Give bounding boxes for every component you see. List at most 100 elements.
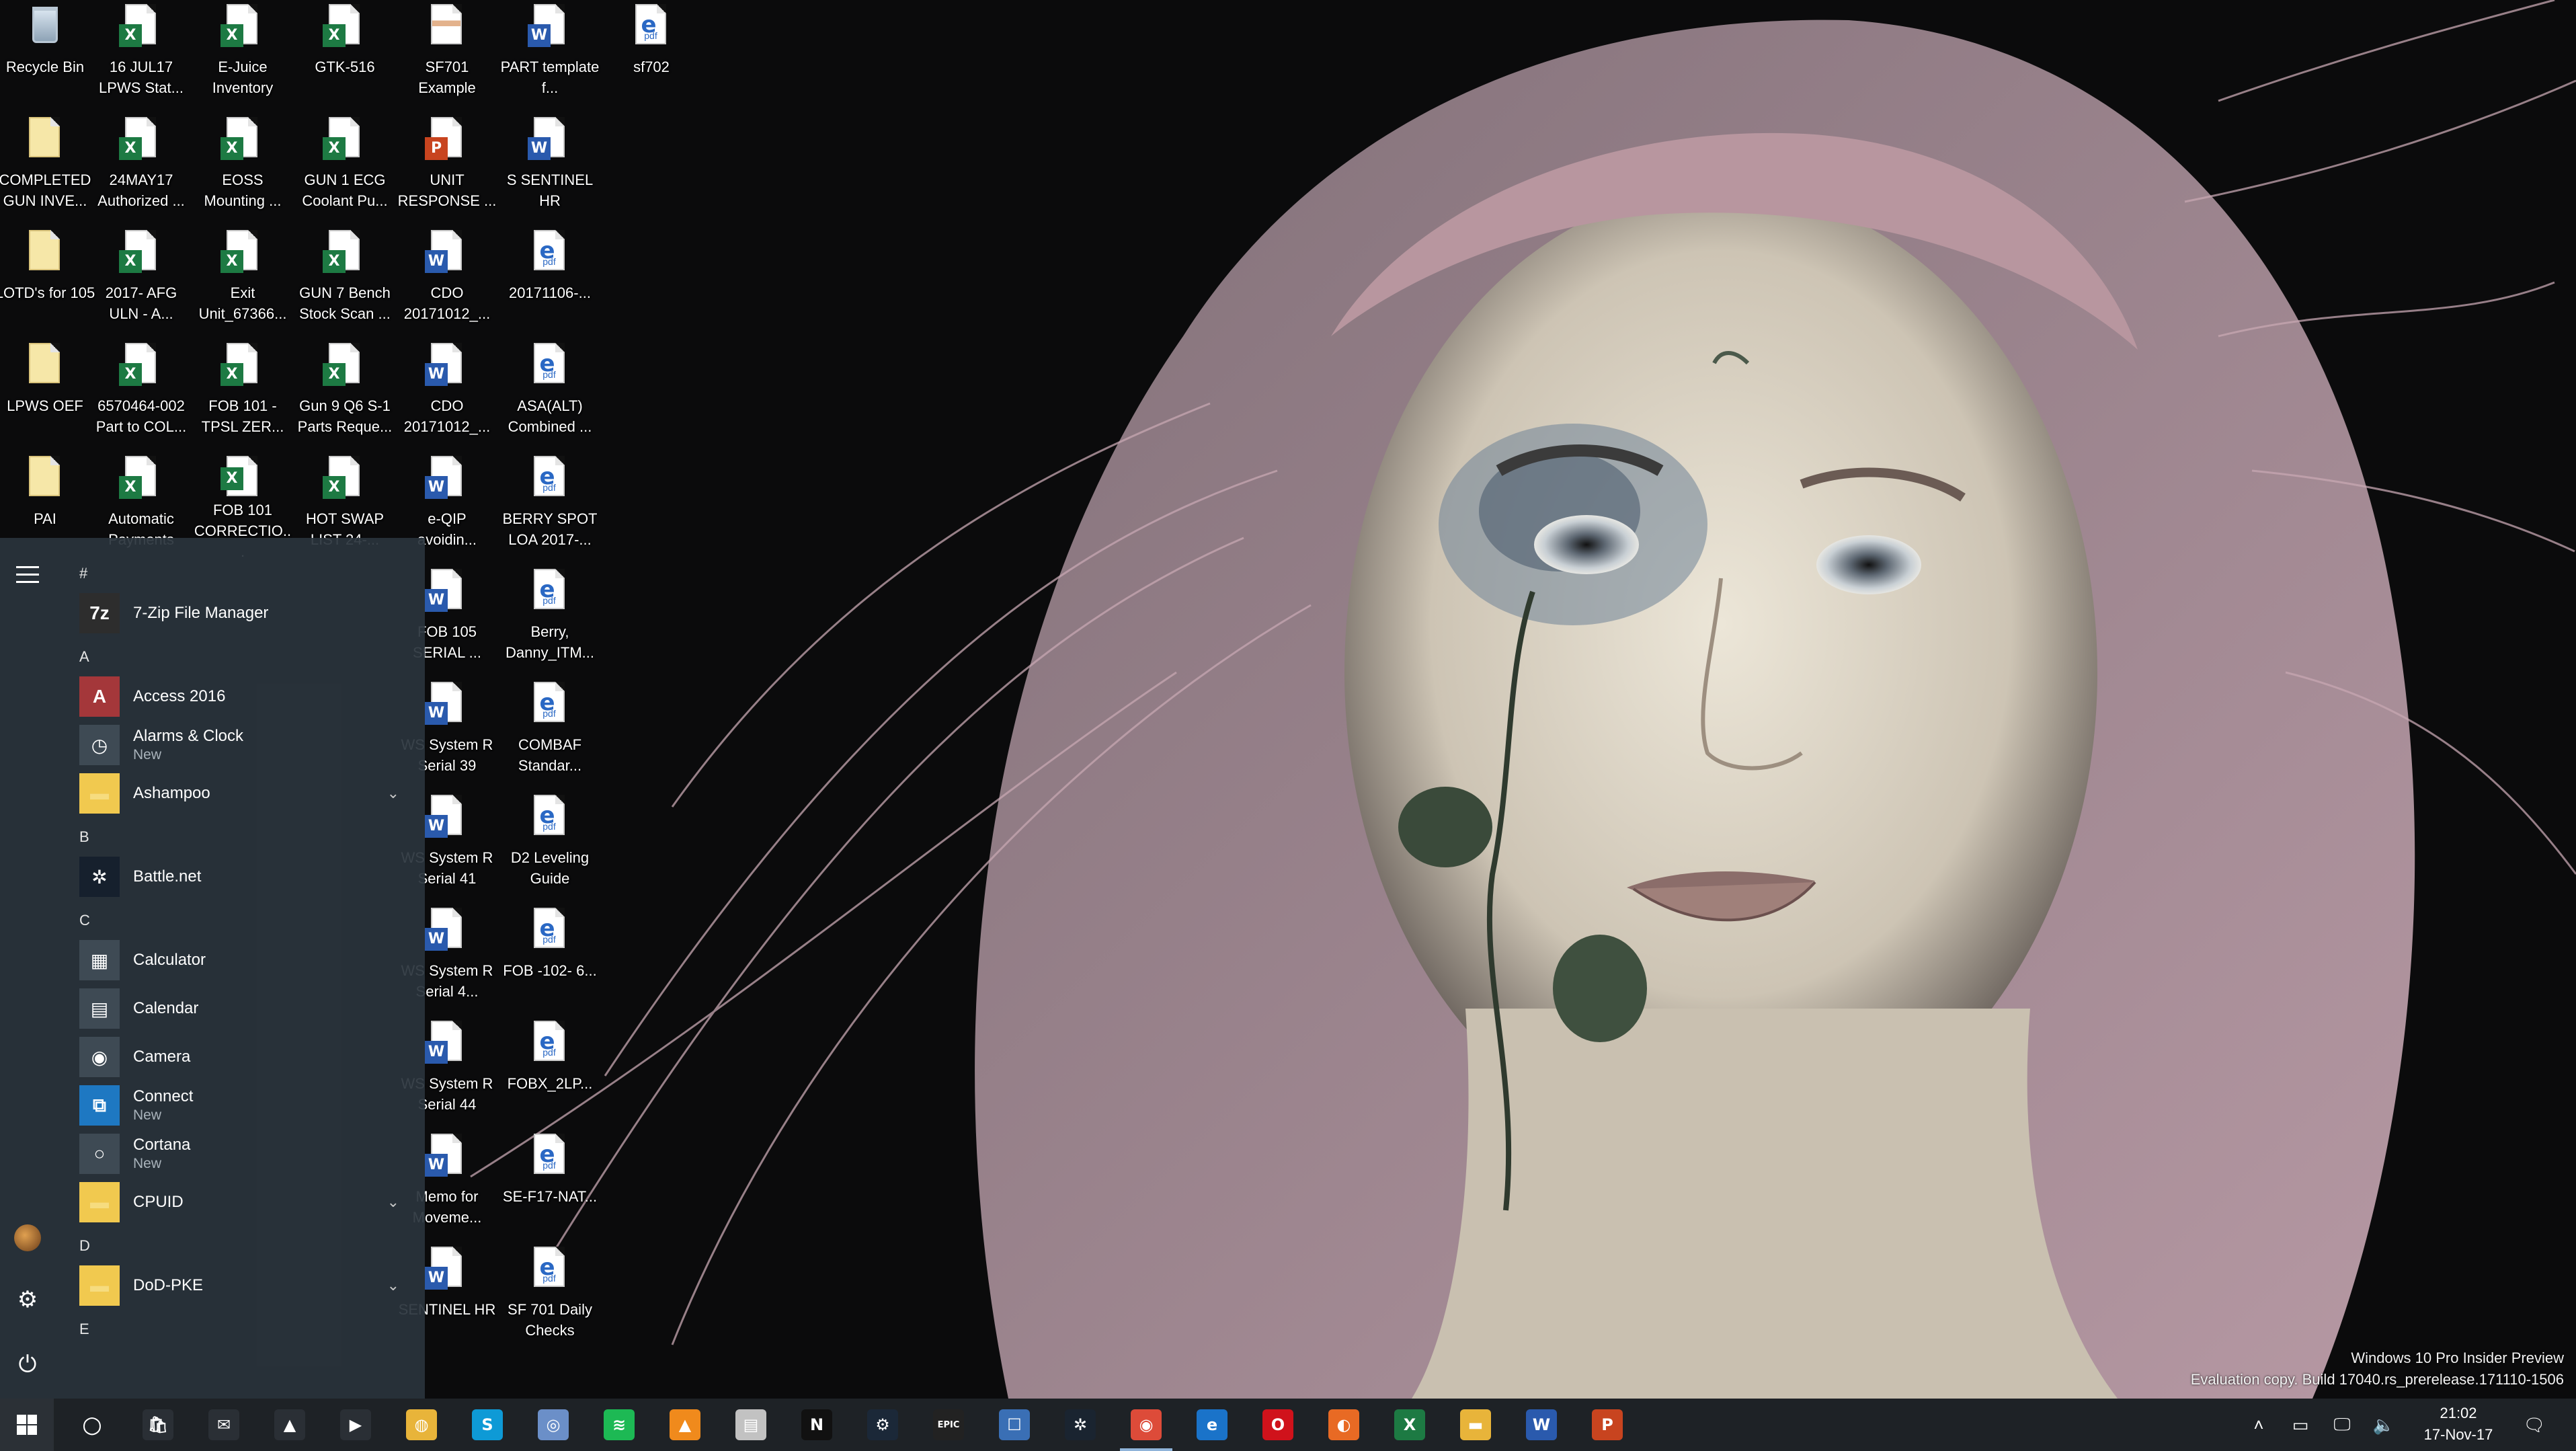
desktop-icon[interactable]: X GUN 7 Bench Stock Scan ... bbox=[294, 226, 395, 336]
desktop-icon[interactable]: e BERRY SPOT LOA 2017-... bbox=[499, 452, 600, 562]
desktop-icon-label: GTK-516 bbox=[315, 58, 375, 75]
desktop-icon[interactable]: LPWS OEF bbox=[0, 339, 95, 449]
desktop-icon[interactable]: W PART template f... bbox=[499, 0, 600, 110]
taskbar-app-battlenet[interactable]: ✲ bbox=[1047, 1399, 1113, 1451]
desktop-icon[interactable]: W CDO 20171012_... bbox=[397, 339, 497, 449]
desktop-icon[interactable]: W S SENTINEL HR bbox=[499, 113, 600, 223]
taskbar-app-skype[interactable]: S bbox=[454, 1399, 520, 1451]
desktop-icon[interactable]: e 20171106-... bbox=[499, 226, 600, 336]
desktop-icon[interactable]: e sf702 bbox=[601, 0, 702, 110]
desktop-icon[interactable]: e D2 Leveling Guide bbox=[499, 791, 600, 901]
desktop-icon[interactable]: X GTK-516 bbox=[294, 0, 395, 110]
taskbar-app-disk[interactable]: ◍ bbox=[389, 1399, 454, 1451]
taskbar-app-mail[interactable]: ✉ bbox=[191, 1399, 257, 1451]
desktop-icon[interactable]: LOTD's for 105 bbox=[0, 226, 95, 336]
desktop-icon[interactable]: X Gun 9 Q6 S-1 Parts Reque... bbox=[294, 339, 395, 449]
start-app-item[interactable]: ▬ Ashampoo ⌄ bbox=[79, 771, 409, 816]
taskbar-app-calendar-app[interactable]: ▤ bbox=[718, 1399, 784, 1451]
start-app-item[interactable]: ○ Cortana New bbox=[79, 1131, 409, 1177]
taskbar-app-opera[interactable]: O bbox=[1245, 1399, 1311, 1451]
start-app-item[interactable]: ▦ Calculator bbox=[79, 937, 409, 983]
desktop-icon[interactable]: Recycle Bin bbox=[0, 0, 95, 110]
taskbar-app-task-view[interactable]: ○ bbox=[59, 1399, 125, 1451]
taskbar-app-excel[interactable]: X bbox=[1377, 1399, 1443, 1451]
desktop-icon[interactable]: X E-Juice Inventory bbox=[192, 0, 293, 110]
taskbar-app-edge[interactable]: e bbox=[1179, 1399, 1245, 1451]
taskbar-app-photos[interactable]: ▲ bbox=[257, 1399, 323, 1451]
show-hidden-icons-chevron-icon[interactable]: ˄ bbox=[2241, 1399, 2276, 1451]
desktop-icon[interactable]: P UNIT RESPONSE ... bbox=[397, 113, 497, 223]
pdf-file-icon: e bbox=[528, 456, 572, 503]
chevron-down-icon[interactable]: ⌄ bbox=[387, 785, 399, 802]
taskbar-app-firefox[interactable]: ◐ bbox=[1311, 1399, 1377, 1451]
epic-games-icon: EPIC bbox=[933, 1409, 964, 1440]
taskbar-app-steam[interactable]: ⚙ bbox=[850, 1399, 916, 1451]
desktop-icon[interactable]: e SE-F17-NAT... bbox=[499, 1130, 600, 1240]
spotify-icon: ≋ bbox=[604, 1409, 635, 1440]
taskbar-app-movies[interactable]: ▶ bbox=[323, 1399, 389, 1451]
desktop-icon[interactable]: COMPLETED GUN INVE... bbox=[0, 113, 95, 223]
taskbar-app-outlook-app[interactable]: ☐ bbox=[981, 1399, 1047, 1451]
desktop-icon[interactable]: X GUN 1 ECG Coolant Pu... bbox=[294, 113, 395, 223]
desktop-icon[interactable]: X Exit Unit_67366... bbox=[192, 226, 293, 336]
taskbar-app-store[interactable]: 🛍 bbox=[125, 1399, 191, 1451]
desktop-icon[interactable]: X EOSS Mounting ... bbox=[192, 113, 293, 223]
start-app-item[interactable]: ⧉ Connect New bbox=[79, 1083, 409, 1128]
desktop-icon[interactable]: e SF 701 Daily Checks bbox=[499, 1243, 600, 1353]
desktop-icon-label: sf702 bbox=[633, 58, 670, 75]
section-letter-header[interactable]: A bbox=[79, 648, 89, 666]
taskbar-app-word[interactable]: W bbox=[1508, 1399, 1574, 1451]
section-letter-header[interactable]: D bbox=[79, 1237, 90, 1255]
section-letter-header[interactable]: C bbox=[79, 912, 90, 929]
taskbar-app-epic-games[interactable]: EPIC bbox=[916, 1399, 981, 1451]
settings-gear-icon[interactable]: ⚙ bbox=[0, 1272, 55, 1327]
start-app-item[interactable]: A Access 2016 bbox=[79, 674, 409, 719]
power-icon[interactable]: ⏻ bbox=[0, 1337, 55, 1392]
excel-file-icon: X bbox=[119, 117, 163, 164]
desktop-icon[interactable]: X FOB 101 - TPSL ZER... bbox=[192, 339, 293, 449]
action-center-icon[interactable]: 🗨 bbox=[2513, 1399, 2556, 1451]
desktop-icon[interactable]: e FOB -102- 6... bbox=[499, 904, 600, 1014]
desktop-icon-label: ASA(ALT) Combined ... bbox=[508, 397, 592, 435]
start-app-item[interactable]: ◷ Alarms & Clock New bbox=[79, 722, 409, 768]
taskbar-app-file-explorer[interactable]: ▬ bbox=[1443, 1399, 1508, 1451]
start-app-item[interactable]: ▤ Calendar bbox=[79, 986, 409, 1031]
document-file-icon bbox=[23, 230, 67, 277]
desktop-icon[interactable]: e COMBAF Standar... bbox=[499, 678, 600, 788]
start-button[interactable] bbox=[0, 1399, 54, 1451]
desktop-icon[interactable]: X 16 JUL17 LPWS Stat... bbox=[91, 0, 192, 110]
excel-file-icon: X bbox=[119, 4, 163, 51]
taskbar-app-powerpoint[interactable]: P bbox=[1574, 1399, 1640, 1451]
section-letter-header[interactable]: B bbox=[79, 828, 89, 846]
taskbar-app-vlc[interactable]: ▲ bbox=[652, 1399, 718, 1451]
desktop-icon[interactable]: X 6570464-002 Part to COL... bbox=[91, 339, 192, 449]
battery-icon[interactable]: ▭ bbox=[2283, 1399, 2318, 1451]
chevron-down-icon[interactable]: ⌄ bbox=[387, 1277, 399, 1294]
taskbar-app-spotify[interactable]: ≋ bbox=[586, 1399, 652, 1451]
section-letter-header[interactable]: # bbox=[79, 565, 87, 582]
start-app-item[interactable]: ▬ DoD-PKE ⌄ bbox=[79, 1263, 409, 1308]
hamburger-menu-icon[interactable] bbox=[0, 547, 55, 602]
section-letter-header[interactable]: E bbox=[79, 1321, 89, 1338]
network-icon[interactable]: 🖵 bbox=[2325, 1399, 2360, 1451]
taskbar-app-chrome[interactable]: ◉ bbox=[1113, 1399, 1179, 1451]
desktop-icon[interactable]: e FOBX_2LP... bbox=[499, 1017, 600, 1127]
chevron-down-icon[interactable]: ⌄ bbox=[387, 1193, 399, 1211]
taskbar-app-app-blue[interactable]: ◎ bbox=[520, 1399, 586, 1451]
user-avatar[interactable] bbox=[0, 1210, 55, 1265]
start-app-item[interactable]: ◉ Camera bbox=[79, 1034, 409, 1080]
desktop-icon[interactable]: e Berry, Danny_ITM... bbox=[499, 565, 600, 675]
volume-icon[interactable]: 🔈 bbox=[2366, 1399, 2401, 1451]
excel-file-icon: X bbox=[119, 456, 163, 503]
desktop-icon[interactable]: e ASA(ALT) Combined ... bbox=[499, 339, 600, 449]
desktop-icon[interactable]: W CDO 20171012_... bbox=[397, 226, 497, 336]
start-menu: ⚙ ⏻ #7z 7-Zip File Manager A A Access 2016 ◷ A… bbox=[0, 538, 425, 1399]
desktop-icon[interactable]: X 24MAY17 Authorized ... bbox=[91, 113, 192, 223]
start-app-item[interactable]: ▬ CPUID ⌄ bbox=[79, 1179, 409, 1225]
desktop-icon[interactable]: SF701 Example bbox=[397, 0, 497, 110]
taskbar-clock[interactable]: 21:02 17-Nov-17 bbox=[2421, 1403, 2495, 1446]
start-app-item[interactable]: 7z 7-Zip File Manager bbox=[79, 590, 409, 636]
start-app-item[interactable]: ✲ Battle.net bbox=[79, 854, 409, 900]
taskbar-app-netflix[interactable]: N bbox=[784, 1399, 850, 1451]
desktop-icon[interactable]: X 2017- AFG ULN - A... bbox=[91, 226, 192, 336]
